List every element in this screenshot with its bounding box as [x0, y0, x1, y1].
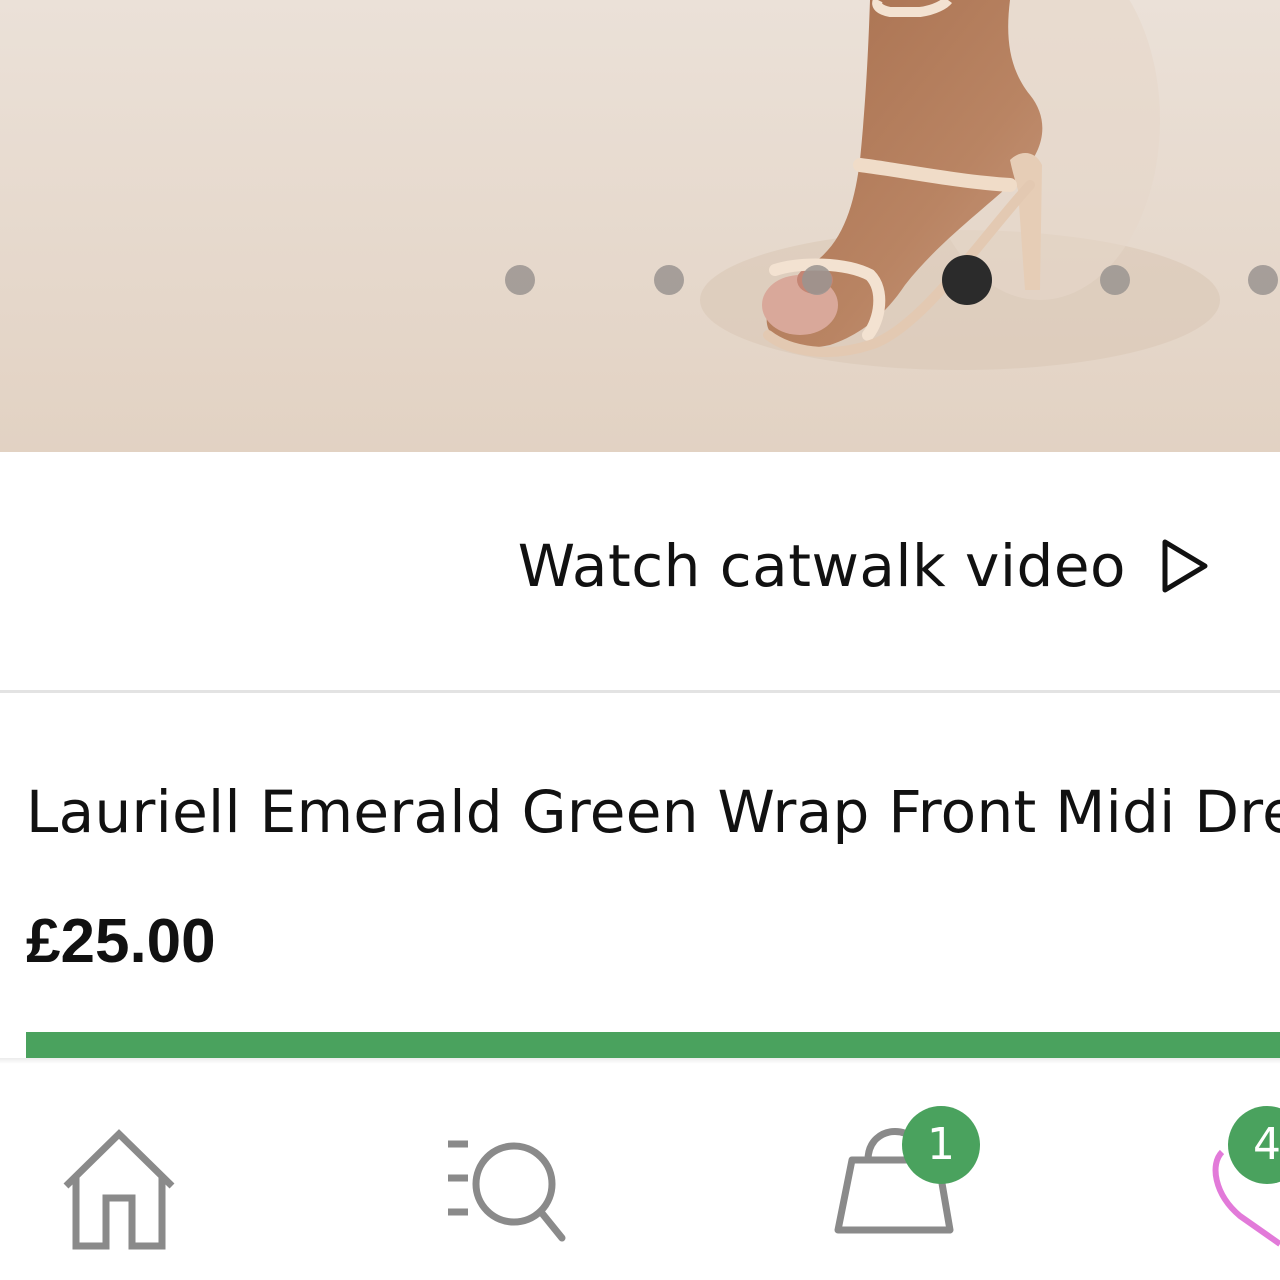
gallery-pagination: [0, 0, 1280, 452]
catwalk-section: Watch catwalk video: [0, 452, 1280, 690]
product-image-gallery[interactable]: [0, 0, 1280, 452]
product-price: £25.00: [26, 907, 216, 976]
bottom-navigation: 1 4: [0, 1064, 1280, 1280]
gallery-dot[interactable]: [802, 265, 832, 295]
nav-bag[interactable]: 1: [830, 1106, 980, 1238]
add-to-bag-button[interactable]: [26, 1032, 1280, 1058]
product-title: Lauriell Emerald Green Wrap Front Midi D…: [26, 778, 1280, 846]
gallery-dot[interactable]: [1248, 265, 1278, 295]
play-icon: [1162, 539, 1208, 593]
bag-count-badge: 1: [902, 1106, 980, 1184]
nav-home[interactable]: [56, 1128, 182, 1252]
gallery-dot[interactable]: [654, 265, 684, 295]
search-list-icon: [448, 1140, 566, 1242]
section-divider: [0, 690, 1280, 693]
gallery-dot[interactable]: [505, 265, 535, 295]
nav-wishlist[interactable]: 4: [1200, 1104, 1280, 1264]
home-icon: [63, 1129, 175, 1250]
nav-search[interactable]: [440, 1136, 572, 1248]
gallery-dot[interactable]: [1100, 265, 1130, 295]
gallery-dot-active[interactable]: [942, 255, 992, 305]
product-page: Watch catwalk video Lauriell Emerald Gre…: [0, 0, 1280, 1280]
catwalk-video-label: Watch catwalk video: [517, 532, 1126, 600]
watch-catwalk-video-link[interactable]: Watch catwalk video: [518, 532, 1210, 600]
